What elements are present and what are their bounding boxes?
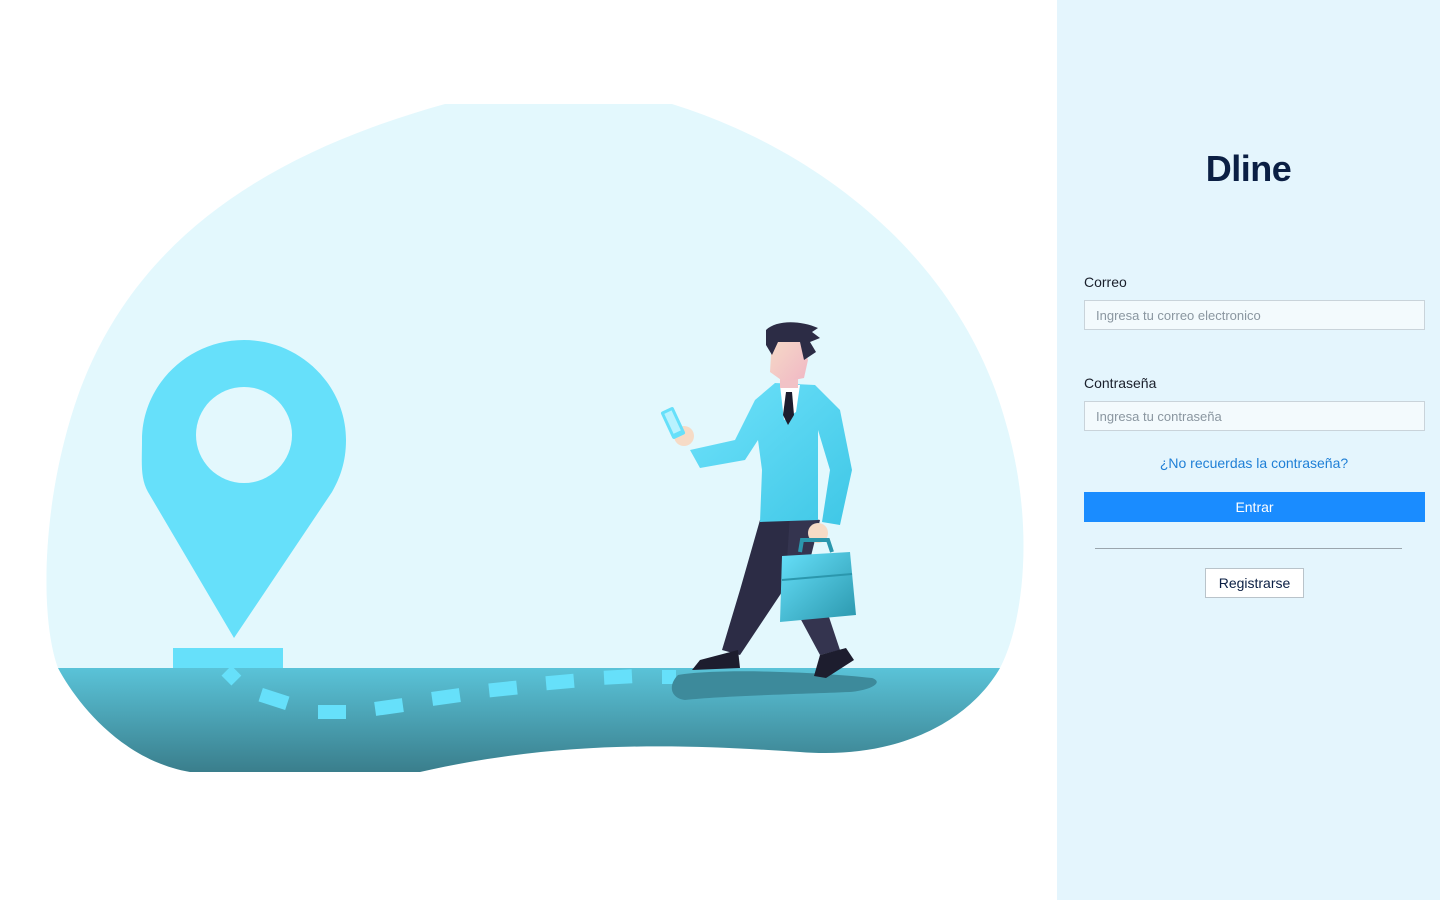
password-field[interactable] xyxy=(1084,401,1425,431)
email-field[interactable] xyxy=(1084,300,1425,330)
illustration-svg xyxy=(46,104,1024,772)
divider xyxy=(1095,548,1402,549)
brand-logo: Dline xyxy=(1205,148,1292,189)
password-label: Contraseña xyxy=(1084,375,1157,391)
forgot-password-link[interactable]: ¿No recuerdas la contraseña? xyxy=(1057,455,1440,471)
hero-illustration xyxy=(0,0,1057,900)
login-panel: Dline Correo Contraseña ¿No recuerdas la… xyxy=(1057,0,1440,900)
login-page: Dline Correo Contraseña ¿No recuerdas la… xyxy=(0,0,1440,900)
email-label: Correo xyxy=(1084,274,1127,290)
login-button[interactable]: Entrar xyxy=(1084,492,1425,522)
register-button[interactable]: Registrarse xyxy=(1205,568,1304,598)
